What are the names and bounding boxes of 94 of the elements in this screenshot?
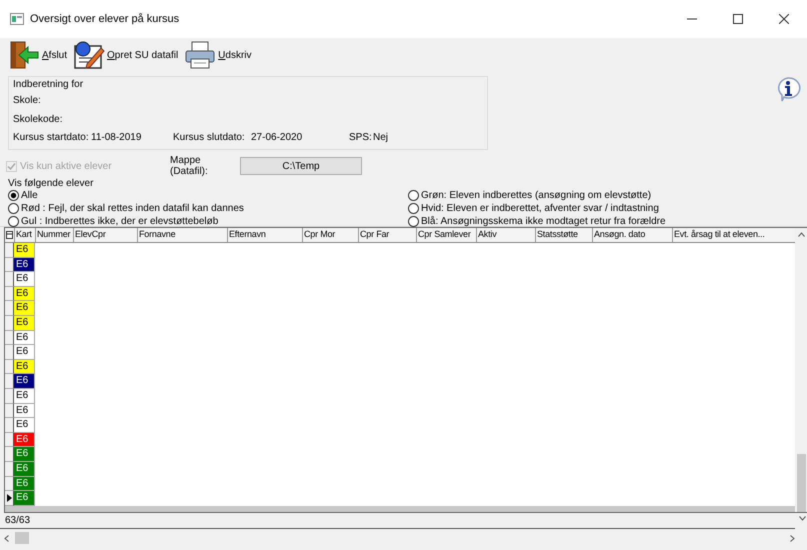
table-cell: E6 [14,286,35,302]
window-title: Oversigt over elever på kursus [30,13,180,25]
row-header[interactable] [5,462,14,476]
column-header[interactable]: Aktiv [477,228,536,242]
document-pen-icon [73,40,106,70]
row-header[interactable] [5,345,14,360]
scroll-right-icon[interactable] [790,534,795,542]
radio-option[interactable]: Hvid: Eleven er indberettet, afventer svar / indtastning [408,202,798,215]
table-cell: E6 [14,447,35,462]
table-cell: E6 [14,374,35,389]
table-cell: E6 [14,360,35,374]
table-cell: E6 [14,462,35,476]
table-cell: E6 [14,243,35,258]
table-cell: E6 [14,491,35,506]
radio-button[interactable] [8,203,19,214]
radio-option[interactable]: Gul : Indberettes ikke, der er elevstøttebeløb [8,215,408,228]
field-value: 11-08-2019 [91,132,142,144]
radio-option[interactable]: Rød : Fejl, der skal rettes inden datafil kan dannes [8,202,408,215]
folder-button[interactable]: C:\Temp [240,157,362,175]
checkbox-label: Vis kun aktive elever [20,160,112,172]
scroll-left-icon[interactable] [4,534,9,542]
column-header[interactable]: Ansøgn. dato [593,228,673,242]
column-header[interactable]: Statsstøtte [536,228,593,242]
table-cell: E6 [14,316,35,331]
table-cell: E6 [14,388,35,404]
column-header[interactable]: Nummer [36,228,74,242]
row-header[interactable] [5,286,14,302]
info-icon[interactable] [775,76,801,102]
field-label: Kursus startdato: [13,132,90,144]
row-header[interactable] [5,316,14,331]
toolbar-button[interactable]: Afslut [6,39,70,71]
row-header[interactable] [5,388,14,404]
row-header[interactable] [5,360,14,374]
column-header[interactable]: Kart [15,228,36,242]
app-icon [10,13,24,25]
column-header[interactable]: Cpr Mor [303,228,359,242]
column-header[interactable]: Fornavne [138,228,228,242]
toolbar-button[interactable]: Opret SU datafil [71,39,180,71]
row-header[interactable] [5,258,14,272]
maximize-icon [733,14,743,24]
table-cell: E6 [14,272,35,287]
radio-option[interactable]: Alle [8,189,408,202]
table-cell: E6 [14,258,35,272]
field-label: Skole: [13,94,41,106]
row-header[interactable] [5,447,14,462]
table-cell: E6 [14,345,35,360]
table-cell: E6 [14,476,35,492]
row-header[interactable] [5,491,14,506]
row-header[interactable] [5,418,14,433]
record-count: 63/63 [5,515,30,526]
scrollbar-thumb[interactable] [15,532,29,544]
radio-button[interactable] [8,216,19,227]
group-legend: Indberetning for [13,79,483,90]
door-arrow-icon [8,40,40,70]
radio-button[interactable] [8,190,19,201]
row-header[interactable] [5,243,14,258]
radio-button[interactable] [408,190,419,201]
row-header[interactable] [5,374,14,389]
table-cell: E6 [14,301,35,316]
row-header[interactable] [5,476,14,492]
radio-option[interactable]: Blå: Ansøgningsskema ikke modtaget retur fra forældre [408,215,798,228]
column-header[interactable]: Cpr Samlever [417,228,477,242]
scroll-down-icon[interactable] [799,516,806,521]
scrollbar-thumb[interactable] [796,454,806,512]
field-value: Nej [373,132,388,144]
field-label: Kursus slutdato: [173,132,246,144]
row-header[interactable] [5,404,14,418]
scroll-up-icon[interactable] [798,232,804,237]
grid-icon [6,231,13,239]
table-cell: E6 [14,418,35,433]
row-header[interactable] [5,301,14,316]
field-label: Skolekode: [13,114,62,124]
radio-button[interactable] [408,203,419,214]
table-cell: E6 [14,432,35,448]
radio-option[interactable]: Grøn: Eleven indberettes (ansøgning om elevstøtte) [408,189,798,202]
table-cell: E6 [14,330,35,346]
row-header[interactable] [5,432,14,448]
field-label: SPS: [349,132,373,144]
close-icon [779,14,789,24]
printer-icon [184,40,216,70]
row-header[interactable] [5,272,14,287]
column-header[interactable]: Cpr Far [359,228,417,242]
group-legend: Vis følgende elever [8,178,807,189]
radio-button[interactable] [408,216,419,227]
select-all-button[interactable] [5,228,15,242]
table-cell: E6 [14,404,35,418]
column-header[interactable]: ElevCpr [74,228,138,242]
row-header[interactable] [5,330,14,346]
column-header[interactable]: Efternavn [228,228,303,242]
vertical-scrollbar[interactable] [795,228,807,512]
field-value: 27-06-2020 [251,132,304,144]
toolbar-button[interactable]: Udskriv [182,39,254,71]
field-label: Mappe (Datafil): [170,155,209,177]
column-header[interactable]: Evt. årsag til at eleven... [673,228,795,242]
